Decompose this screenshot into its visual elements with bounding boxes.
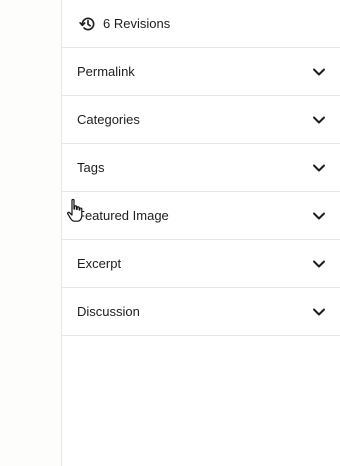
panel-discussion[interactable]: Discussion: [62, 288, 340, 336]
chevron-down-icon: [312, 65, 326, 79]
panel-discussion-label: Discussion: [77, 304, 140, 319]
panel-featured-image[interactable]: Featured Image: [62, 192, 340, 240]
chevron-down-icon: [312, 113, 326, 127]
panel-tags[interactable]: Tags: [62, 144, 340, 192]
chevron-down-icon: [312, 257, 326, 271]
revisions-label: 6 Revisions: [103, 16, 171, 31]
panel-permalink-label: Permalink: [77, 64, 135, 79]
chevron-down-icon: [312, 209, 326, 223]
chevron-down-icon: [312, 305, 326, 319]
panel-categories[interactable]: Categories: [62, 96, 340, 144]
chevron-down-icon: [312, 161, 326, 175]
panel-permalink[interactable]: Permalink: [62, 48, 340, 96]
panel-categories-label: Categories: [77, 112, 140, 127]
editor-canvas-edge: [0, 0, 61, 466]
panel-excerpt[interactable]: Excerpt: [62, 240, 340, 288]
panel-featured-image-label: Featured Image: [77, 208, 169, 223]
history-icon: [79, 15, 97, 33]
editor-settings-screen: 6 Revisions Permalink Categories Tags Fe…: [0, 0, 340, 466]
revisions-link[interactable]: 6 Revisions: [62, 0, 340, 48]
panel-excerpt-label: Excerpt: [77, 256, 122, 271]
panel-tags-label: Tags: [77, 160, 105, 175]
document-settings-sidebar: 6 Revisions Permalink Categories Tags Fe…: [61, 0, 340, 466]
